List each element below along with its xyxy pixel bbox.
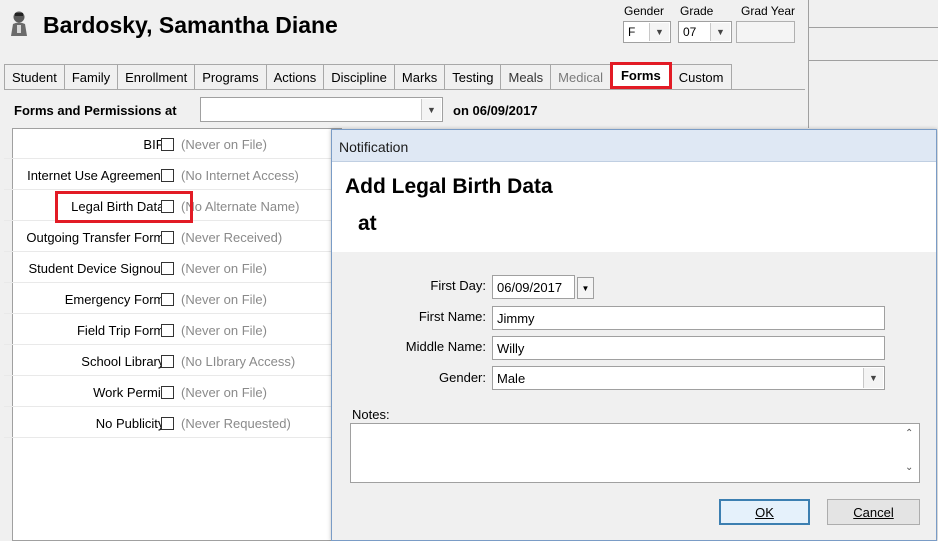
chevron-down-icon: ▼: [649, 23, 669, 41]
cancel-button[interactable]: Cancel: [827, 499, 920, 525]
form-row-device-signout: Student Device Signout: (Never on File): [4, 253, 344, 283]
form-label: Student Device Signout:: [28, 261, 168, 276]
tab-family[interactable]: Family: [63, 64, 119, 89]
tab-programs[interactable]: Programs: [194, 64, 267, 89]
form-status: (Never on File): [181, 137, 267, 152]
notes-textarea[interactable]: ⌃ ⌄: [350, 423, 920, 483]
forms-date: on 06/09/2017: [453, 103, 538, 118]
right-panel: [808, 0, 938, 128]
first-day-label: First Day:: [430, 278, 486, 293]
grade-value: 07: [683, 25, 697, 39]
gender-label: Gender: [624, 4, 665, 18]
form-status: (Never on File): [181, 385, 267, 400]
tab-bar: Student Family Enrollment Programs Actio…: [4, 62, 732, 89]
form-label: Outgoing Transfer Form:: [26, 230, 168, 245]
tab-medical[interactable]: Medical: [550, 64, 611, 89]
gender-field-label: Gender:: [439, 370, 486, 385]
gender-value: F: [628, 25, 636, 39]
tab-discipline[interactable]: Discipline: [323, 64, 395, 89]
student-icon: [11, 11, 27, 36]
form-label: Internet Use Agreement:: [27, 168, 168, 183]
form-label: Work Permit:: [93, 385, 168, 400]
form-checkbox[interactable]: [161, 231, 174, 244]
legal-birth-data-highlight: [55, 191, 193, 223]
dialog-banner: Add Legal Birth Data at: [332, 162, 936, 252]
form-checkbox[interactable]: [161, 355, 174, 368]
form-row-outgoing-transfer: Outgoing Transfer Form: (Never Received): [4, 222, 344, 252]
tab-marks[interactable]: Marks: [393, 64, 446, 89]
chevron-down-icon: ▼: [421, 99, 441, 120]
form-checkbox[interactable]: [161, 324, 174, 337]
dialog-title: Notification: [332, 130, 936, 162]
student-name: Bardosky, Samantha Diane: [43, 12, 338, 38]
grade-label: Grade: [680, 4, 714, 18]
form-row-no-publicity: No Publicity: (Never Requested): [4, 408, 344, 438]
grade-select[interactable]: 07 ▼: [678, 21, 732, 43]
form-label: Field Trip Form:: [76, 323, 168, 338]
dialog-subheading: at: [358, 212, 377, 235]
gender-select[interactable]: F ▼: [623, 21, 671, 43]
form-status: (No LIbrary Access): [181, 354, 296, 369]
form-status: (Never on File): [181, 323, 267, 338]
notification-dialog: Notification Add Legal Birth Data at Fir…: [331, 129, 937, 541]
form-status: (No Internet Access): [181, 168, 299, 183]
tab-student[interactable]: Student: [4, 64, 65, 89]
chevron-down-icon: ▼: [863, 368, 883, 388]
form-label: School Library:: [81, 354, 168, 369]
form-row-work-permit: Work Permit: (Never on File): [4, 377, 344, 407]
calendar-dropdown-icon[interactable]: ▼: [577, 277, 594, 299]
middle-name-label: Middle Name:: [405, 339, 486, 354]
grad-year-label: Grad Year: [741, 4, 796, 18]
tab-testing[interactable]: Testing: [444, 64, 502, 89]
form-row-internet-use: Internet Use Agreement: (No Internet Acc…: [4, 160, 344, 190]
grad-year-field[interactable]: [736, 21, 795, 43]
form-checkbox[interactable]: [161, 417, 174, 430]
forms-permissions-label: Forms and Permissions at: [14, 103, 177, 118]
notes-scrollbar[interactable]: ⌃ ⌄: [902, 424, 919, 482]
form-checkbox[interactable]: [161, 293, 174, 306]
dialog-heading: Add Legal Birth Data: [345, 175, 553, 198]
form-status: (Never Received): [181, 230, 283, 245]
form-status: (Never on File): [181, 292, 267, 307]
tab-custom[interactable]: Custom: [670, 64, 732, 89]
form-checkbox[interactable]: [161, 386, 174, 399]
form-status: (Never Requested): [181, 416, 291, 431]
scroll-down-icon[interactable]: ⌄: [905, 462, 913, 473]
form-checkbox[interactable]: [161, 262, 174, 275]
tab-meals[interactable]: Meals: [500, 64, 552, 89]
first-name-label: First Name:: [418, 309, 486, 324]
scroll-up-icon[interactable]: ⌃: [905, 428, 913, 439]
form-row-emergency: Emergency Form: (Never on File): [4, 284, 344, 314]
form-checkbox[interactable]: [161, 169, 174, 182]
tab-enrollment[interactable]: Enrollment: [117, 64, 196, 89]
form-status: (Never on File): [181, 261, 267, 276]
first-name-field[interactable]: Jimmy: [492, 306, 885, 330]
form-checkbox[interactable]: [161, 138, 174, 151]
form-row-field-trip: Field Trip Form: (Never on File): [4, 315, 344, 345]
notes-label: Notes:: [352, 407, 390, 422]
gender-dropdown[interactable]: Male ▼: [492, 366, 885, 390]
form-label: No Publicity:: [95, 416, 168, 431]
form-row-school-library: School Library: (No LIbrary Access): [4, 346, 344, 376]
tab-forms[interactable]: Forms: [609, 62, 672, 89]
chevron-down-icon: ▼: [710, 23, 730, 41]
form-label: Emergency Form:: [64, 292, 168, 307]
middle-name-field[interactable]: Willy: [492, 336, 885, 360]
ok-button[interactable]: OK: [719, 499, 810, 525]
gender-dropdown-value: Male: [497, 371, 526, 386]
form-row-bip: BIP: (Never on File): [4, 129, 344, 159]
form-status: (No Alternate Name): [181, 199, 300, 214]
tab-actions[interactable]: Actions: [265, 64, 325, 89]
school-select[interactable]: ▼: [200, 97, 443, 122]
first-day-field[interactable]: 06/09/2017: [492, 275, 575, 299]
